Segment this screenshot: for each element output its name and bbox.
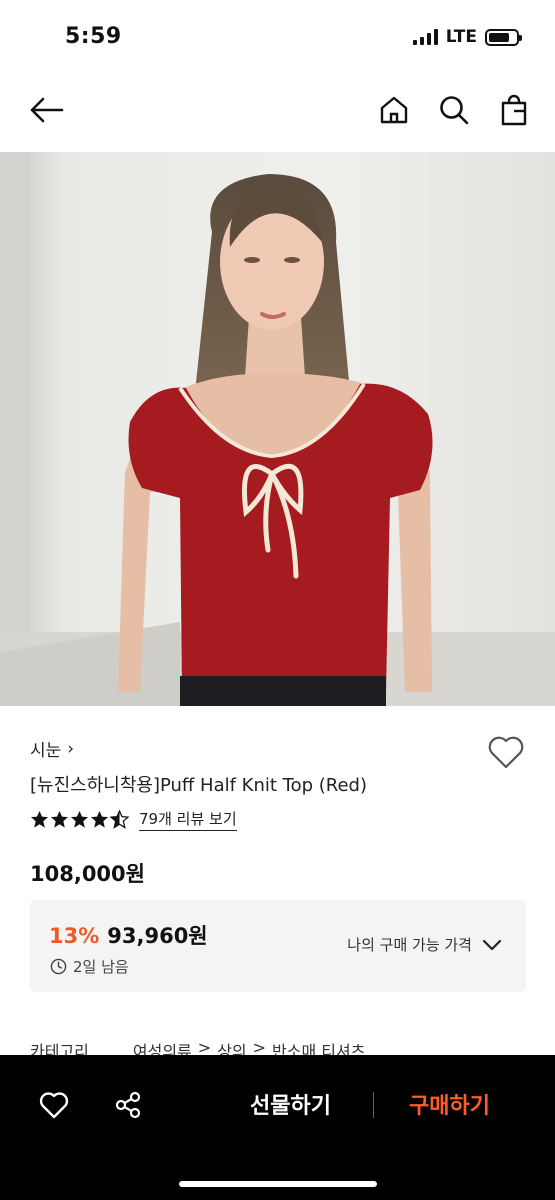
home-indicator xyxy=(179,1181,377,1187)
star-icon xyxy=(50,810,69,828)
status-time: 5:59 xyxy=(65,24,122,49)
discount-line: 13% 93,960원 xyxy=(49,920,208,950)
original-price: 108,000원 xyxy=(30,862,145,886)
signal-icon xyxy=(412,29,438,45)
discount-price: 93,960원 xyxy=(107,924,208,948)
remaining-text: 2일 남음 xyxy=(73,958,129,976)
star-icon xyxy=(90,810,109,828)
half-star-icon xyxy=(110,810,129,829)
product-name: [뉴진스하니착용]Puff Half Knit Top (Red) xyxy=(30,775,367,796)
share-icon[interactable] xyxy=(108,1085,148,1125)
chevron-down-icon xyxy=(482,939,502,950)
status-indicators: LTE xyxy=(412,27,522,47)
bottom-action-bar: 선물하기 구매하기 xyxy=(0,1055,555,1200)
buy-button[interactable]: 구매하기 xyxy=(409,1088,490,1120)
star-icon xyxy=(30,810,49,828)
top-nav xyxy=(0,82,555,138)
review-link[interactable]: 79개 리뷰 보기 xyxy=(139,808,237,831)
rating-stars xyxy=(30,810,129,829)
gift-button[interactable]: 선물하기 xyxy=(250,1088,331,1120)
shopping-bag-icon[interactable] xyxy=(492,88,536,132)
brand-name: 시눈 xyxy=(30,741,62,761)
clock-icon xyxy=(50,958,67,975)
star-icon xyxy=(70,810,89,828)
remaining-time: 2일 남음 xyxy=(50,956,129,977)
discount-rate: 13% xyxy=(49,924,100,948)
chevron-right-icon: › xyxy=(67,738,75,759)
search-icon[interactable] xyxy=(432,88,476,132)
wishlist-heart-icon[interactable] xyxy=(34,1085,74,1125)
discount-box: 13% 93,960원 2일 남음 나의 구매 가능 가격 xyxy=(30,900,526,992)
rating-row: 79개 리뷰 보기 xyxy=(30,808,237,831)
battery-icon xyxy=(485,28,522,46)
my-price-toggle[interactable]: 나의 구매 가능 가격 xyxy=(347,934,502,955)
product-photo[interactable] xyxy=(0,152,555,706)
back-arrow-icon[interactable] xyxy=(24,88,68,132)
home-icon[interactable] xyxy=(372,88,416,132)
network-label: LTE xyxy=(445,27,477,47)
brand-link[interactable]: 시눈 › xyxy=(30,736,75,762)
status-bar: 5:59 LTE xyxy=(0,0,555,72)
bottom-divider xyxy=(373,1092,374,1118)
wishlist-heart-icon[interactable] xyxy=(486,734,526,772)
my-price-label: 나의 구매 가능 가격 xyxy=(347,936,472,954)
